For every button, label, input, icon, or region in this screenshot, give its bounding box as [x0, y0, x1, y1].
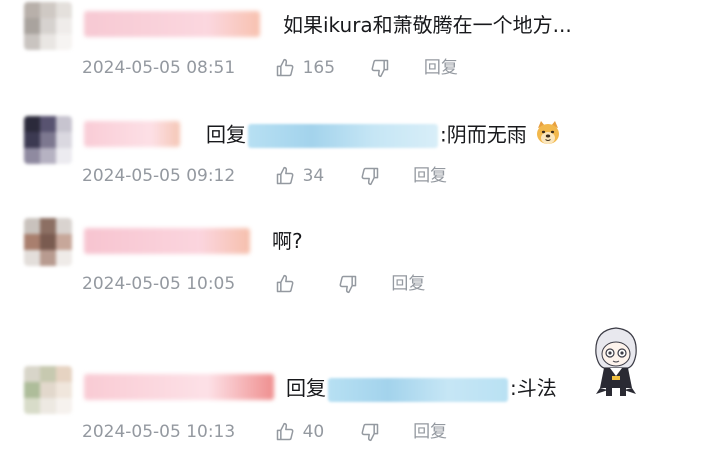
comment-time: 2024-05-05 10:05: [82, 274, 236, 294]
comment-item: 啊? 2024-05-05 10:05 回复: [0, 216, 705, 306]
avatar[interactable]: [24, 2, 72, 50]
username-redacted[interactable]: [84, 228, 250, 254]
username-redacted[interactable]: [84, 121, 180, 147]
comment-item: 如果ikura和萧敬腾在一个地方... 2024-05-05 08:51 165…: [0, 0, 705, 90]
comment-body: :阴而无雨: [440, 122, 527, 147]
comment-body: :斗法: [510, 376, 557, 400]
thumbs-up-icon: [276, 58, 294, 77]
like-count: 40: [302, 422, 325, 442]
doge-emoji: [535, 120, 561, 152]
username-redacted[interactable]: [84, 11, 260, 37]
like-button[interactable]: [275, 274, 303, 294]
thumbs-down-icon: [372, 59, 389, 78]
dislike-button[interactable]: [370, 58, 390, 78]
comment-meta: 2024-05-05 10:13 40 回复: [82, 420, 447, 444]
thumbs-up-icon: [276, 274, 294, 293]
thumbs-down-icon: [339, 275, 357, 294]
comment-text: 回复 :斗法: [286, 375, 557, 402]
dislike-button[interactable]: [338, 274, 358, 294]
thumbs-down-icon: [361, 167, 378, 186]
avatar[interactable]: [24, 366, 72, 414]
comment-item: 回复 :斗法 2024-05-05 10:13 40 回复: [0, 324, 705, 450]
thumbs-down-icon: [361, 423, 378, 442]
like-button[interactable]: 165: [275, 56, 335, 80]
comment-meta: 2024-05-05 08:51 165 回复: [82, 56, 458, 80]
comment-meta: 2024-05-05 10:05 回复: [82, 272, 425, 296]
like-count: 34: [302, 166, 325, 186]
comment-body: 如果ikura和萧敬腾在一个地方...: [283, 13, 572, 37]
comment-text: 回复 :阴而无雨: [206, 120, 561, 152]
comment-time: 2024-05-05 09:12: [82, 166, 236, 186]
reply-button[interactable]: 回复: [391, 272, 425, 296]
comment-text: 啊?: [272, 228, 303, 254]
thumbs-up-icon: [276, 422, 294, 441]
avatar[interactable]: [24, 116, 72, 164]
comment-item: 回复 :阴而无雨 2024-05-05 09:12 34 回复: [0, 108, 705, 198]
reply-button[interactable]: 回复: [413, 164, 447, 188]
comment-time: 2024-05-05 10:13: [82, 422, 236, 442]
reply-prefix: 回复: [206, 122, 246, 147]
like-button[interactable]: 40: [275, 420, 325, 444]
reply-prefix: 回复: [286, 376, 326, 400]
reply-target-redacted[interactable]: [248, 124, 438, 148]
comment-body: 啊?: [272, 229, 303, 253]
comment-time: 2024-05-05 08:51: [82, 58, 236, 78]
avatar[interactable]: [24, 218, 72, 266]
comment-text: 如果ikura和萧敬腾在一个地方...: [283, 12, 572, 38]
dislike-button[interactable]: [360, 166, 380, 186]
like-count: 165: [302, 58, 336, 78]
reply-target-redacted[interactable]: [328, 377, 508, 402]
reply-button[interactable]: 回复: [413, 420, 447, 444]
thumbs-up-icon: [276, 166, 294, 185]
username-redacted[interactable]: [84, 374, 274, 400]
anime-sticker: [588, 324, 644, 404]
like-button[interactable]: 34: [275, 164, 325, 188]
comment-meta: 2024-05-05 09:12 34 回复: [82, 164, 447, 188]
dislike-button[interactable]: [360, 422, 380, 442]
reply-button[interactable]: 回复: [424, 56, 458, 80]
